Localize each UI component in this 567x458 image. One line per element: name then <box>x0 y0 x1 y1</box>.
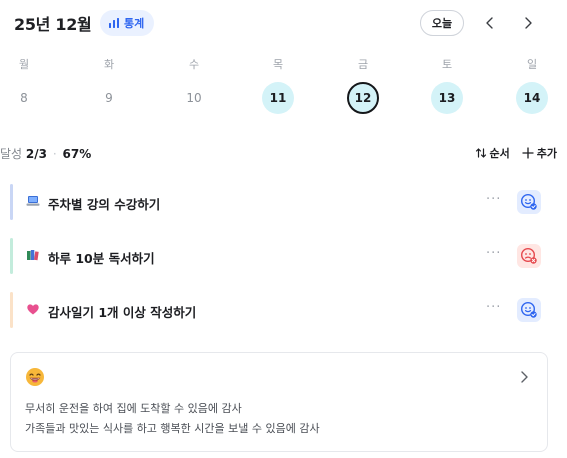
day-number[interactable]: 13 <box>431 82 463 114</box>
stats-label: 통계 <box>124 17 145 30</box>
task-color-bar <box>10 238 13 274</box>
status-good-button[interactable] <box>517 298 541 322</box>
achievement-summary: 달성 2/3 · 67% <box>0 145 91 162</box>
achievement-percent: 67% <box>62 147 92 161</box>
today-button[interactable]: 오늘 <box>420 10 464 36</box>
separator-dot: · <box>52 147 57 161</box>
heart-icon <box>27 304 39 315</box>
task-title: 감사일기 1개 이상 작성하기 <box>48 305 197 320</box>
calendar-header: 25년 12월 통계 오늘 <box>0 0 567 46</box>
day-number[interactable]: 14 <box>516 82 548 114</box>
task-item[interactable]: 주차별 강의 수강하기 ··· <box>10 184 556 220</box>
task-item[interactable]: 감사일기 1개 이상 작성하기 ··· <box>10 292 556 328</box>
smile-check-icon <box>520 301 537 318</box>
weekday-label: 금 <box>357 58 369 71</box>
gratitude-text: 무서히 운전을 하여 집에 도착할 수 있음에 감사 <box>25 402 242 415</box>
next-week-button[interactable] <box>517 12 539 34</box>
more-options-button[interactable]: ··· <box>486 192 501 207</box>
chevron-right-icon[interactable] <box>519 371 529 383</box>
chevron-right-icon <box>525 17 532 29</box>
weekday-label: 화 <box>103 58 115 71</box>
books-icon <box>27 250 39 261</box>
smile-check-icon <box>520 193 537 210</box>
grinning-face-icon <box>26 368 44 386</box>
month-title: 25년 12월 <box>14 15 92 34</box>
bar-chart-icon <box>109 18 119 28</box>
task-title: 하루 10분 독서하기 <box>48 251 155 266</box>
task-color-bar <box>10 292 13 328</box>
task-color-bar <box>10 184 13 220</box>
status-good-button[interactable] <box>517 190 541 214</box>
gratitude-text: 가족들과 맛있는 식사를 하고 행복한 시간을 보낼 수 있음에 감사 <box>25 422 320 435</box>
add-button[interactable]: 추가 <box>522 145 557 161</box>
prev-week-button[interactable] <box>479 12 501 34</box>
weekday-label: 일 <box>526 58 538 71</box>
weekday-label: 수 <box>188 58 200 71</box>
achievement-count: 2/3 <box>25 147 48 161</box>
weekday-label: 월 <box>18 58 30 71</box>
plus-icon <box>522 147 534 159</box>
sort-label: 순서 <box>489 147 510 160</box>
more-options-button[interactable]: ··· <box>486 246 501 261</box>
more-options-button[interactable]: ··· <box>486 300 501 315</box>
day-number[interactable]: 11 <box>262 82 294 114</box>
sad-x-icon <box>520 247 537 264</box>
chevron-left-icon <box>486 17 493 29</box>
week-strip: 월 8 화 9 수 10 목 11 금 12 토 13 일 14 <box>0 52 567 122</box>
status-bad-button[interactable] <box>517 244 541 268</box>
stats-button[interactable]: 통계 <box>100 10 155 36</box>
day-number[interactable]: 9 <box>93 82 125 114</box>
task-title: 주차별 강의 수강하기 <box>48 197 161 212</box>
laptop-icon <box>26 196 40 206</box>
day-number[interactable]: 10 <box>178 82 210 114</box>
weekday-label: 목 <box>272 58 284 71</box>
day-number-selected[interactable]: 12 <box>347 82 379 114</box>
achievement-label: 달성 <box>0 147 23 161</box>
sort-button[interactable]: 순서 <box>475 145 510 161</box>
add-label: 추가 <box>536 147 557 160</box>
sort-arrows-icon <box>475 148 486 158</box>
day-number[interactable]: 8 <box>8 82 40 114</box>
list-actions: 순서 추가 <box>475 145 557 161</box>
weekday-label: 토 <box>441 58 453 71</box>
task-item[interactable]: 하루 10분 독서하기 ··· <box>10 238 556 274</box>
gratitude-card[interactable]: 무서히 운전을 하여 집에 도착할 수 있음에 감사 가족들과 맛있는 식사를 … <box>10 352 548 452</box>
